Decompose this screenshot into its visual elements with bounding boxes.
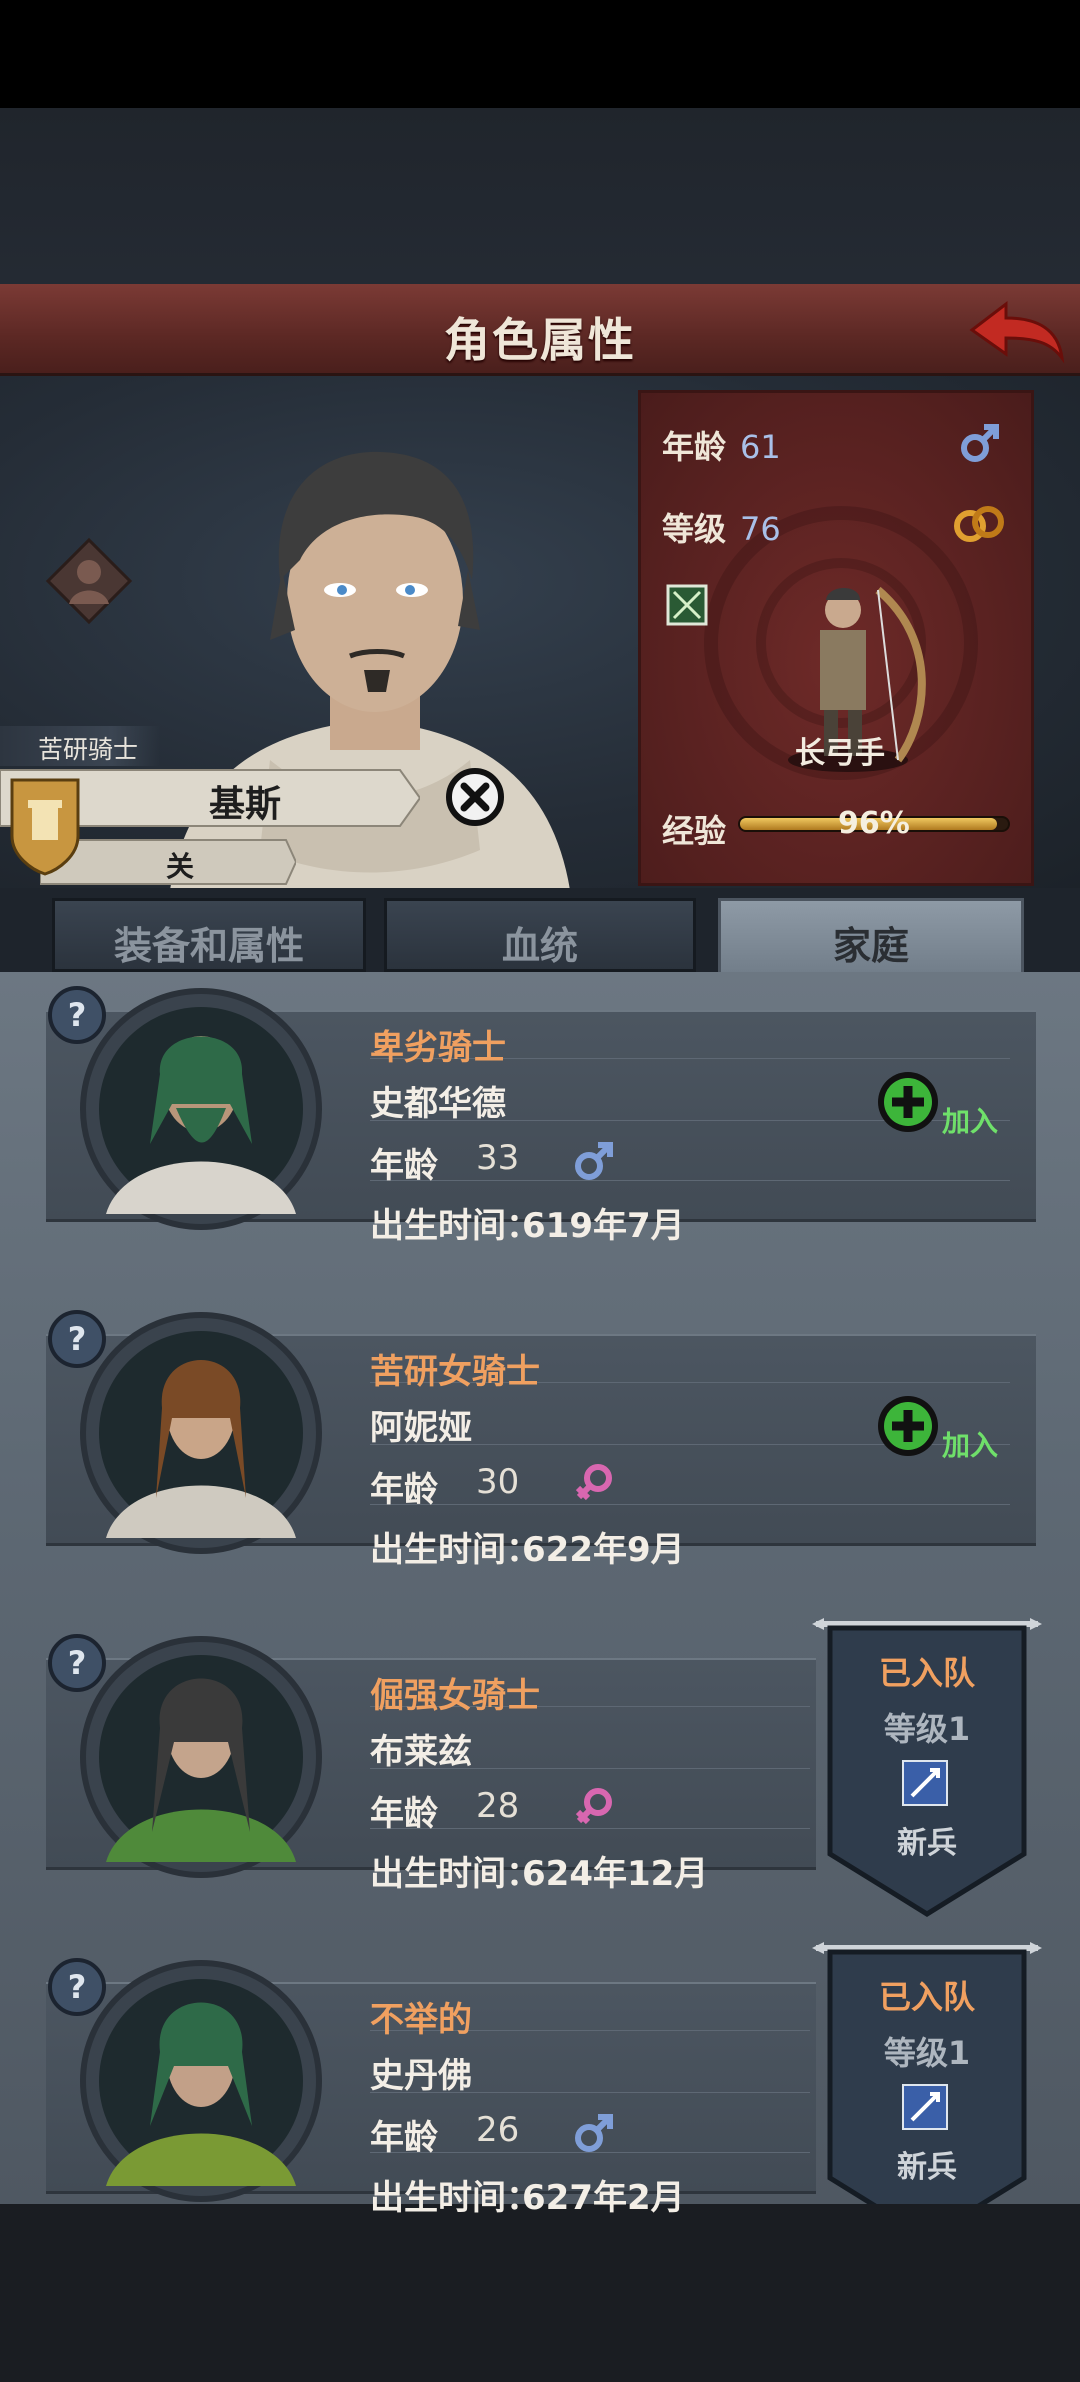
party-role: 新兵 xyxy=(897,1826,957,1861)
navigation-bar xyxy=(0,2204,1080,2382)
question-icon[interactable]: ? xyxy=(46,1956,108,2018)
member-age-label: 年龄 xyxy=(370,1794,438,1834)
rings-icon[interactable] xyxy=(952,504,1006,544)
member-age-label: 年龄 xyxy=(370,2118,438,2158)
male-icon xyxy=(961,424,999,462)
svg-text:?: ? xyxy=(68,1968,87,2006)
level-label: 等级 xyxy=(662,510,727,548)
shield-crest-icon xyxy=(10,778,80,876)
member-title: 不举的 xyxy=(370,2000,472,2040)
member-birth: 624年12月 xyxy=(522,1854,709,1894)
member-age: 28 xyxy=(476,1786,520,1826)
party-status: 已入队 xyxy=(878,1978,975,2016)
question-icon[interactable]: ? xyxy=(46,1632,108,1694)
svg-text:?: ? xyxy=(68,996,87,1034)
party-level: 等级1 xyxy=(883,1710,971,1748)
member-name: 阿妮娅 xyxy=(370,1408,472,1448)
tab-bloodline[interactable]: 血统 xyxy=(384,898,696,972)
member-age-label: 年龄 xyxy=(370,1470,438,1510)
family-card[interactable]: ? 苦研女骑士 阿妮娅 年龄 30 出生时间： 622年9月 加入 xyxy=(46,1308,1036,1570)
member-birth: 622年9月 xyxy=(522,1530,685,1570)
member-title: 卑劣骑士 xyxy=(370,1028,506,1068)
member-birth: 627年2月 xyxy=(522,2178,685,2218)
exp-label: 经验 xyxy=(662,812,727,850)
member-birth: 619年7月 xyxy=(522,1206,685,1246)
sword-icon xyxy=(902,1760,948,1806)
age-label: 年龄 xyxy=(662,428,727,466)
exp-percent: 96% xyxy=(838,806,910,841)
member-age: 26 xyxy=(476,2110,520,2150)
portrait-switch-icon[interactable] xyxy=(44,536,134,626)
member-birth-label: 出生时间： xyxy=(370,2178,540,2218)
party-role: 新兵 xyxy=(897,2150,957,2185)
close-icon[interactable] xyxy=(444,766,506,828)
back-arrow-icon[interactable] xyxy=(966,296,1066,368)
header-bar: 角色属性 xyxy=(0,284,1080,376)
level-row: 等级 76 xyxy=(662,504,781,550)
character-name[interactable]: 基斯 xyxy=(130,775,360,827)
sword-icon xyxy=(902,2084,948,2130)
party-status: 已入队 xyxy=(878,1654,975,1692)
family-card[interactable]: ? 卑劣骑士 史都华德 年龄 33 出生时间： 619年7月 加入 xyxy=(46,984,1036,1246)
member-birth-label: 出生时间： xyxy=(370,1530,540,1570)
in-party-banner[interactable]: 已入队 等级1 新兵 xyxy=(812,1614,1042,1918)
member-name: 布莱兹 xyxy=(370,1732,472,1772)
character-subtitle: 关 xyxy=(165,850,194,883)
in-party-banner[interactable]: 已入队 等级1 新兵 xyxy=(812,1938,1042,2204)
male-icon xyxy=(575,2114,613,2152)
tab-family[interactable]: 家庭 xyxy=(718,898,1024,980)
member-name: 史都华德 xyxy=(370,1084,506,1124)
member-birth-label: 出生时间： xyxy=(370,1854,540,1894)
status-bar xyxy=(0,0,1080,108)
svg-text:?: ? xyxy=(68,1644,87,1682)
male-icon xyxy=(575,1142,613,1180)
tab-equipment[interactable]: 装备和属性 xyxy=(52,898,366,972)
member-age: 30 xyxy=(476,1462,520,1502)
member-birth-label: 出生时间： xyxy=(370,1206,540,1246)
join-label[interactable]: 加入 xyxy=(942,1424,998,1464)
member-name: 史丹佛 xyxy=(370,2056,472,2096)
skill-slot-icon[interactable] xyxy=(666,584,708,626)
age-row: 年龄 61 xyxy=(662,422,781,468)
character-title: 苦研骑士 xyxy=(0,726,160,766)
member-age-label: 年龄 xyxy=(370,1146,438,1186)
age-value: 61 xyxy=(740,428,781,466)
svg-text:?: ? xyxy=(68,1320,87,1358)
female-icon xyxy=(575,1788,612,1825)
question-icon[interactable]: ? xyxy=(46,1308,108,1370)
level-value: 76 xyxy=(740,510,781,548)
question-icon[interactable]: ? xyxy=(46,984,108,1046)
member-title: 苦研女骑士 xyxy=(370,1352,540,1392)
female-icon xyxy=(575,1464,612,1501)
member-age: 33 xyxy=(476,1138,520,1178)
member-title: 倔强女骑士 xyxy=(370,1676,540,1716)
party-level: 等级1 xyxy=(883,2034,971,2072)
class-name: 长弓手 xyxy=(795,736,885,771)
page-title: 角色属性 xyxy=(444,313,636,367)
join-label[interactable]: 加入 xyxy=(942,1100,998,1140)
